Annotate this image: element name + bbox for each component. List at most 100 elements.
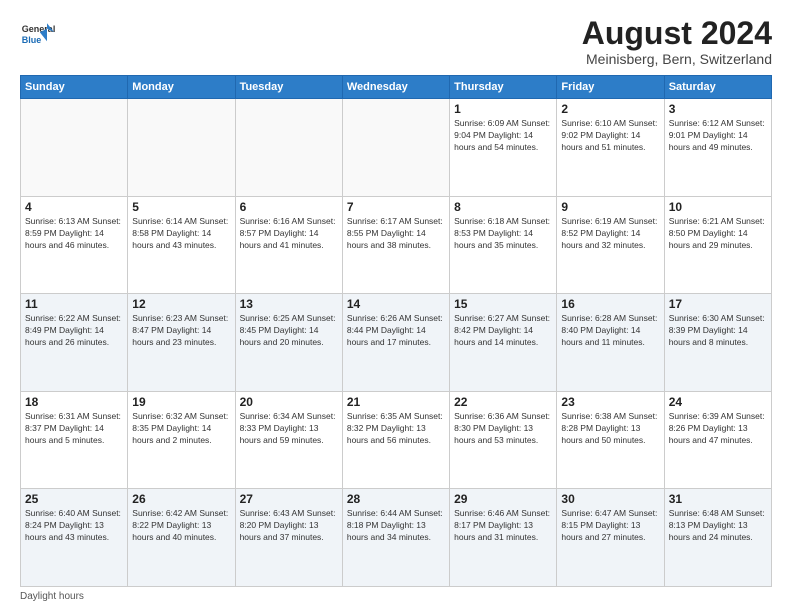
col-saturday: Saturday (664, 76, 771, 99)
day-detail: Sunrise: 6:32 AM Sunset: 8:35 PM Dayligh… (132, 411, 230, 447)
table-row: 1 Sunrise: 6:09 AM Sunset: 9:04 PM Daylig… (450, 99, 557, 197)
day-number: 9 (561, 200, 659, 214)
table-row: 26Sunrise: 6:42 AM Sunset: 8:22 PM Dayli… (128, 489, 235, 587)
col-monday: Monday (128, 76, 235, 99)
day-detail: Sunrise: 6:09 AM Sunset: 9:04 PM Dayligh… (454, 118, 552, 154)
day-number: 18 (25, 395, 123, 409)
table-row: 2Sunrise: 6:10 AM Sunset: 9:02 PM Daylig… (557, 99, 664, 197)
table-row: 18 Sunrise: 6:31 AM Sunset: 8:37 PM Dayli… (21, 391, 128, 489)
table-row: 19 Sunrise: 6:32 AM Sunset: 8:35 PM Dayli… (128, 391, 235, 489)
day-detail: Sunrise: 6:12 AM Sunset: 9:01 PM Dayligh… (669, 118, 767, 154)
day-detail: Sunrise: 6:47 AM Sunset: 8:15 PM Dayligh… (561, 508, 659, 544)
table-row (342, 99, 449, 197)
day-number: 1 (454, 102, 552, 116)
day-detail: Sunrise: 6:13 AM Sunset: 8:59 PM Dayligh… (25, 216, 123, 252)
day-number: 8 (454, 200, 552, 214)
day-number: 26 (132, 492, 230, 506)
day-number: 13 (240, 297, 338, 311)
table-row: 7 Sunrise: 6:17 AM Sunset: 8:55 PM Daylig… (342, 196, 449, 294)
day-number: 12 (132, 297, 230, 311)
table-row: 23 Sunrise: 6:38 AM Sunset: 8:28 PM Dayli… (557, 391, 664, 489)
table-row: 3 Sunrise: 6:12 AM Sunset: 9:01 PM Daylig… (664, 99, 771, 197)
logo: General Blue (20, 16, 56, 52)
day-number: 10 (669, 200, 767, 214)
day-detail: Sunrise: 6:25 AM Sunset: 8:45 PM Dayligh… (240, 313, 338, 349)
day-number: 27 (240, 492, 338, 506)
table-row: 16Sunrise: 6:28 AM Sunset: 8:40 PM Dayli… (557, 294, 664, 392)
day-number: 5 (132, 200, 230, 214)
location: Meinisberg, Bern, Switzerland (582, 51, 772, 67)
table-row: 24Sunrise: 6:39 AM Sunset: 8:26 PM Dayli… (664, 391, 771, 489)
calendar-header-row: Sunday Monday Tuesday Wednesday Thursday… (21, 76, 772, 99)
day-detail: Sunrise: 6:17 AM Sunset: 8:55 PM Dayligh… (347, 216, 445, 252)
day-number: 24 (669, 395, 767, 409)
table-row (235, 99, 342, 197)
table-row: 5 Sunrise: 6:14 AM Sunset: 8:58 PM Daylig… (128, 196, 235, 294)
day-detail: Sunrise: 6:38 AM Sunset: 8:28 PM Dayligh… (561, 411, 659, 447)
table-row: 20Sunrise: 6:34 AM Sunset: 8:33 PM Dayli… (235, 391, 342, 489)
day-detail: Sunrise: 6:34 AM Sunset: 8:33 PM Dayligh… (240, 411, 338, 447)
table-row: 6Sunrise: 6:16 AM Sunset: 8:57 PM Daylig… (235, 196, 342, 294)
table-row: 4Sunrise: 6:13 AM Sunset: 8:59 PM Daylig… (21, 196, 128, 294)
day-detail: Sunrise: 6:31 AM Sunset: 8:37 PM Dayligh… (25, 411, 123, 447)
footer-label: Daylight hours (20, 591, 772, 602)
day-detail: Sunrise: 6:21 AM Sunset: 8:50 PM Dayligh… (669, 216, 767, 252)
svg-text:Blue: Blue (22, 35, 42, 45)
day-detail: Sunrise: 6:30 AM Sunset: 8:39 PM Dayligh… (669, 313, 767, 349)
day-number: 31 (669, 492, 767, 506)
day-detail: Sunrise: 6:44 AM Sunset: 8:18 PM Dayligh… (347, 508, 445, 544)
day-number: 21 (347, 395, 445, 409)
day-detail: Sunrise: 6:40 AM Sunset: 8:24 PM Dayligh… (25, 508, 123, 544)
table-row: 27 Sunrise: 6:43 AM Sunset: 8:20 PM Dayli… (235, 489, 342, 587)
day-detail: Sunrise: 6:26 AM Sunset: 8:44 PM Dayligh… (347, 313, 445, 349)
day-detail: Sunrise: 6:27 AM Sunset: 8:42 PM Dayligh… (454, 313, 552, 349)
day-number: 25 (25, 492, 123, 506)
table-row: 28 Sunrise: 6:44 AM Sunset: 8:18 PM Dayli… (342, 489, 449, 587)
day-number: 15 (454, 297, 552, 311)
day-number: 11 (25, 297, 123, 311)
table-row: 9Sunrise: 6:19 AM Sunset: 8:52 PM Daylig… (557, 196, 664, 294)
day-detail: Sunrise: 6:48 AM Sunset: 8:13 PM Dayligh… (669, 508, 767, 544)
table-row: 15 Sunrise: 6:27 AM Sunset: 8:42 PM Dayli… (450, 294, 557, 392)
day-detail: Sunrise: 6:14 AM Sunset: 8:58 PM Dayligh… (132, 216, 230, 252)
header: General Blue August 2024 Meinisberg, Ber… (20, 16, 772, 67)
col-thursday: Thursday (450, 76, 557, 99)
day-detail: Sunrise: 6:35 AM Sunset: 8:32 PM Dayligh… (347, 411, 445, 447)
day-detail: Sunrise: 6:22 AM Sunset: 8:49 PM Dayligh… (25, 313, 123, 349)
table-row (128, 99, 235, 197)
table-row: 13 Sunrise: 6:25 AM Sunset: 8:45 PM Dayli… (235, 294, 342, 392)
day-number: 28 (347, 492, 445, 506)
week-row-4: 18 Sunrise: 6:31 AM Sunset: 8:37 PM Dayli… (21, 391, 772, 489)
table-row: 31 Sunrise: 6:48 AM Sunset: 8:13 PM Dayli… (664, 489, 771, 587)
table-row: 10 Sunrise: 6:21 AM Sunset: 8:50 PM Dayli… (664, 196, 771, 294)
generalblue-logo-icon: General Blue (20, 16, 56, 52)
day-number: 17 (669, 297, 767, 311)
day-number: 19 (132, 395, 230, 409)
table-row: 14 Sunrise: 6:26 AM Sunset: 8:44 PM Dayli… (342, 294, 449, 392)
day-number: 23 (561, 395, 659, 409)
day-number: 2 (561, 102, 659, 116)
table-row: 17 Sunrise: 6:30 AM Sunset: 8:39 PM Dayli… (664, 294, 771, 392)
table-row: 25 Sunrise: 6:40 AM Sunset: 8:24 PM Dayli… (21, 489, 128, 587)
day-number: 3 (669, 102, 767, 116)
table-row: 29Sunrise: 6:46 AM Sunset: 8:17 PM Dayli… (450, 489, 557, 587)
day-number: 14 (347, 297, 445, 311)
calendar-table: Sunday Monday Tuesday Wednesday Thursday… (20, 75, 772, 587)
daylight-hours-label: Daylight hours (20, 591, 84, 602)
table-row: 11 Sunrise: 6:22 AM Sunset: 8:49 PM Dayli… (21, 294, 128, 392)
table-row: 21 Sunrise: 6:35 AM Sunset: 8:32 PM Dayli… (342, 391, 449, 489)
week-row-2: 4Sunrise: 6:13 AM Sunset: 8:59 PM Daylig… (21, 196, 772, 294)
col-wednesday: Wednesday (342, 76, 449, 99)
col-sunday: Sunday (21, 76, 128, 99)
day-number: 30 (561, 492, 659, 506)
day-detail: Sunrise: 6:43 AM Sunset: 8:20 PM Dayligh… (240, 508, 338, 544)
day-number: 22 (454, 395, 552, 409)
day-number: 7 (347, 200, 445, 214)
day-number: 6 (240, 200, 338, 214)
page: General Blue August 2024 Meinisberg, Ber… (0, 0, 792, 612)
table-row: 8 Sunrise: 6:18 AM Sunset: 8:53 PM Daylig… (450, 196, 557, 294)
day-detail: Sunrise: 6:18 AM Sunset: 8:53 PM Dayligh… (454, 216, 552, 252)
day-detail: Sunrise: 6:36 AM Sunset: 8:30 PM Dayligh… (454, 411, 552, 447)
table-row: 22 Sunrise: 6:36 AM Sunset: 8:30 PM Dayli… (450, 391, 557, 489)
title-block: August 2024 Meinisberg, Bern, Switzerlan… (582, 16, 772, 67)
